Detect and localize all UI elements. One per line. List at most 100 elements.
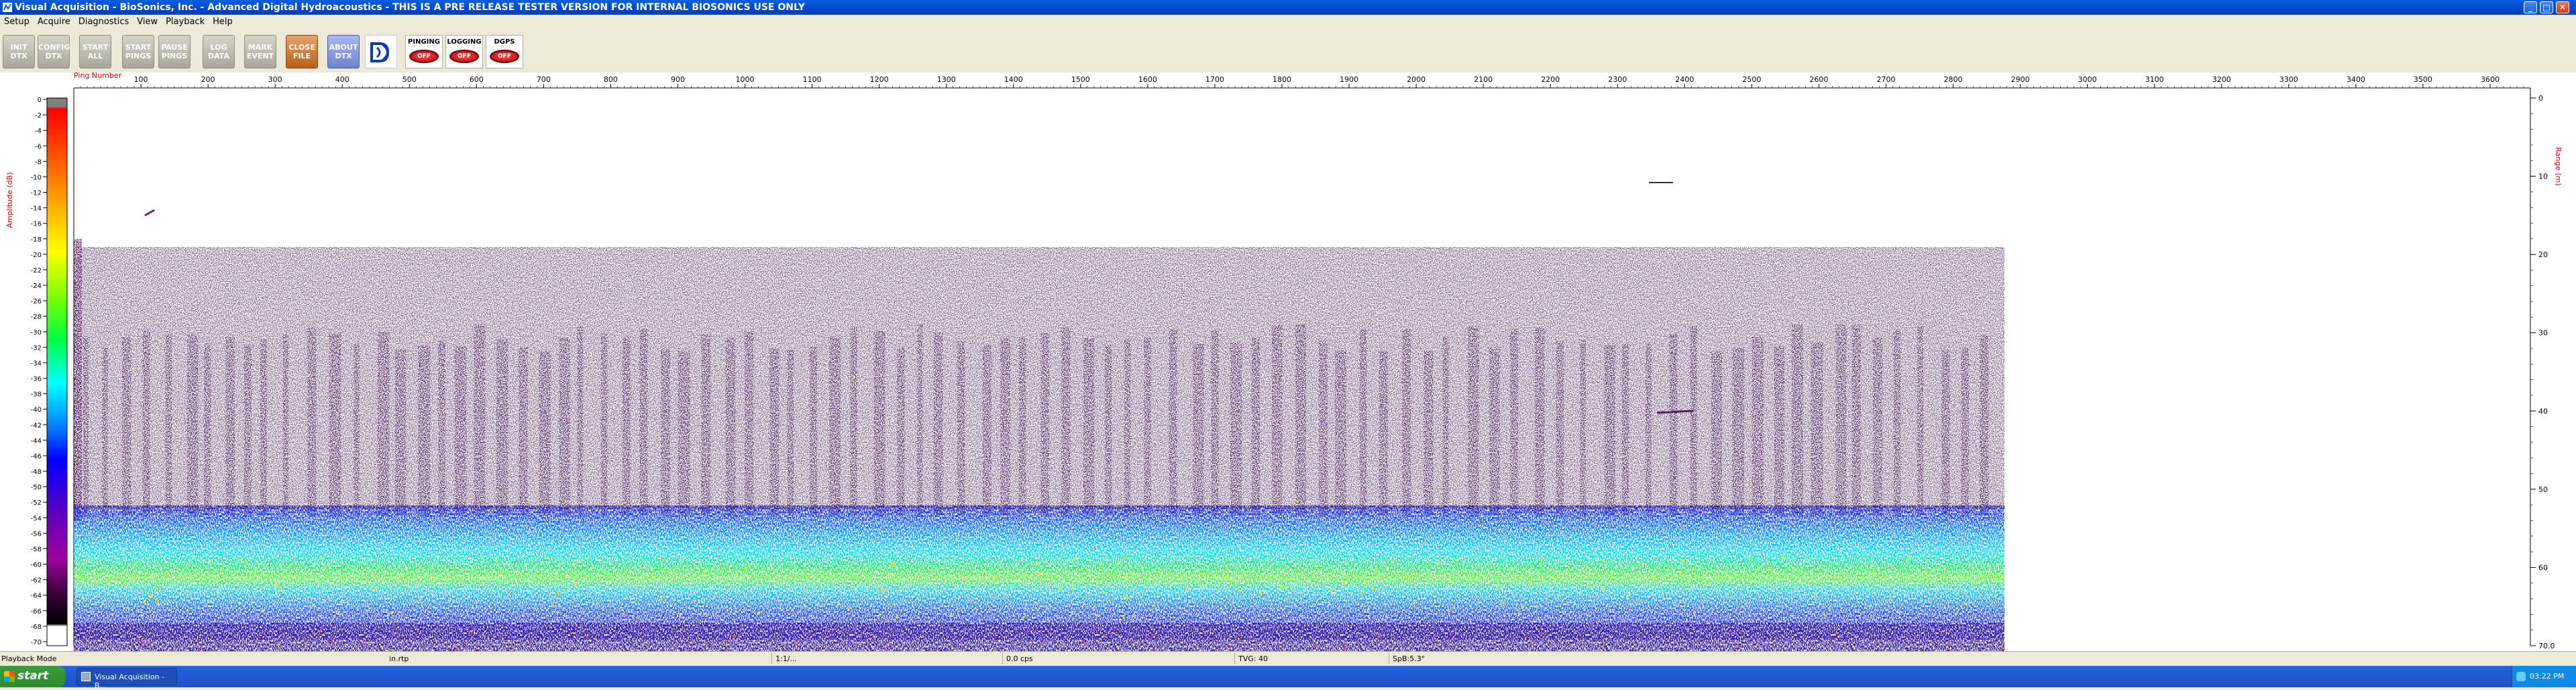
echo-speckle [735, 640, 737, 641]
menu-help[interactable]: Help [209, 15, 237, 27]
log-data-button[interactable]: LOGDATA [203, 35, 235, 68]
range-tick-label: 30 [2538, 329, 2548, 338]
range-axis-ticks: 010203040506070.0 [2530, 94, 2555, 650]
colorbar-tick-label: -36 [31, 376, 42, 383]
echo-speckle [1033, 630, 1034, 631]
start-button[interactable]: start [0, 666, 66, 687]
echo-speckle [111, 614, 113, 616]
echo-speckle [331, 638, 332, 640]
echo-speckle [735, 574, 737, 576]
menu-diagnostics[interactable]: Diagnostics [74, 15, 133, 27]
echo-speckle [557, 611, 559, 613]
mark-event-button[interactable]: MARKEVENT [244, 35, 276, 68]
pinging-status: PINGINGOFF [405, 35, 443, 68]
about-dtx-button[interactable]: ABOUTDTX [327, 35, 360, 68]
echo-speckle [1285, 597, 1287, 599]
x-tick-label: 3300 [2279, 75, 2298, 84]
colorbar-tick-label: -62 [31, 577, 42, 585]
echo-speckle [1186, 587, 1188, 589]
x-tick-label: 1700 [1205, 75, 1224, 84]
echo-speckle [123, 583, 125, 585]
init-dtx-button[interactable]: INITDTX [3, 35, 35, 68]
maximize-button[interactable]: □ [2540, 1, 2553, 13]
echo-speckle [210, 601, 212, 603]
echo-speckle [1557, 595, 1559, 597]
close-file-button[interactable]: CLOSEFILE [286, 35, 318, 68]
x-tick-label: 3100 [2145, 75, 2164, 84]
echo-speckle [1226, 567, 1228, 569]
echo-speckle [323, 566, 325, 568]
x-tick-label: 600 [470, 75, 484, 84]
echogram-panel[interactable]: Amplitude (dB) 0-2-4-6-8-10-12-14-16-18-… [0, 72, 2576, 651]
echo-speckle [994, 632, 996, 634]
menu-view[interactable]: View [133, 15, 162, 27]
biosonics-logo-icon[interactable] [365, 35, 397, 68]
config-dtx-button[interactable]: CONFIGDTX [38, 35, 70, 68]
start-all-button[interactable]: STARTALL [79, 35, 111, 68]
echo-speckle [1236, 583, 1238, 585]
system-tray: 03:22 PM [2512, 666, 2576, 687]
echo-speckle [814, 634, 815, 636]
echo-speckle [1980, 576, 1982, 578]
pause-pings-button[interactable]: PAUSEPINGS [158, 35, 191, 68]
echo-speckle [1603, 589, 1605, 591]
echo-speckle [739, 583, 741, 585]
echogram-chart[interactable]: Amplitude (dB) 0-2-4-6-8-10-12-14-16-18-… [0, 72, 2576, 651]
status-file: in.rtp [389, 654, 409, 663]
echo-speckle [1228, 645, 1230, 646]
echo-speckle [1994, 579, 1996, 581]
echo-speckle [1046, 642, 1047, 643]
echo-speckle [1680, 571, 1682, 573]
echo-speckle [586, 636, 588, 637]
colorbar-tick-label: -32 [31, 344, 42, 352]
echo-speckle [199, 648, 200, 649]
logging-status: LOGGINGOFF [445, 35, 483, 68]
window-title: Visual Acquisition - BioSonics, Inc. - A… [15, 2, 805, 13]
echo-speckle [608, 648, 610, 650]
echo-speckle [685, 634, 686, 636]
bottom-echo-layer [74, 505, 2004, 640]
start-pings-button[interactable]: STARTPINGS [122, 35, 154, 68]
echo-speckle [1957, 592, 1959, 594]
menu-playback[interactable]: Playback [162, 15, 209, 27]
colorbar-tick-label: -24 [31, 283, 42, 290]
close-button[interactable]: ✕ [2556, 1, 2569, 13]
echo-speckle [1877, 635, 1878, 636]
range-tick-label: 20 [2538, 250, 2548, 259]
menu-acquire[interactable]: Acquire [34, 15, 74, 27]
x-tick-label: 1100 [803, 75, 822, 84]
echo-speckle [551, 603, 553, 605]
echo-speckle [1829, 609, 1831, 611]
colorbar-tick-label: -14 [31, 205, 42, 213]
echo-speckle [1521, 605, 1523, 607]
echo-speckle [1496, 585, 1498, 587]
scatter-layer [74, 247, 2004, 509]
echo-speckle [1462, 569, 1464, 571]
echo-speckle [127, 607, 129, 609]
taskbar-item-visual-acquisition[interactable]: Visual Acquisition - B... [76, 668, 177, 685]
echo-speckle [828, 636, 829, 638]
echo-speckle [1279, 644, 1280, 646]
network-icon[interactable] [2516, 672, 2526, 681]
minimize-button[interactable]: _ [2524, 1, 2537, 13]
dgps-status: DGPSOFF [486, 35, 523, 68]
echo-speckle [1156, 609, 1158, 611]
echo-speckle [879, 613, 881, 615]
echo-speckle [1041, 641, 1042, 642]
echo-speckle [1081, 642, 1083, 644]
echo-speckle [725, 584, 727, 586]
echo-speckle [255, 570, 257, 572]
echo-speckle [911, 646, 912, 648]
echo-speckle [1254, 648, 1256, 649]
echo-speckle [1130, 573, 1132, 575]
echo-speckle [1332, 631, 1334, 632]
x-tick-label: 900 [671, 75, 685, 84]
echo-speckle [1125, 575, 1127, 577]
echo-speckle [578, 559, 580, 561]
echo-speckle [1768, 566, 1770, 569]
echo-speckle [1624, 647, 1625, 648]
echo-speckle [1452, 560, 1454, 562]
echo-speckle [898, 638, 900, 639]
menu-setup[interactable]: Setup [0, 15, 34, 27]
echo-speckle [1880, 578, 1882, 580]
